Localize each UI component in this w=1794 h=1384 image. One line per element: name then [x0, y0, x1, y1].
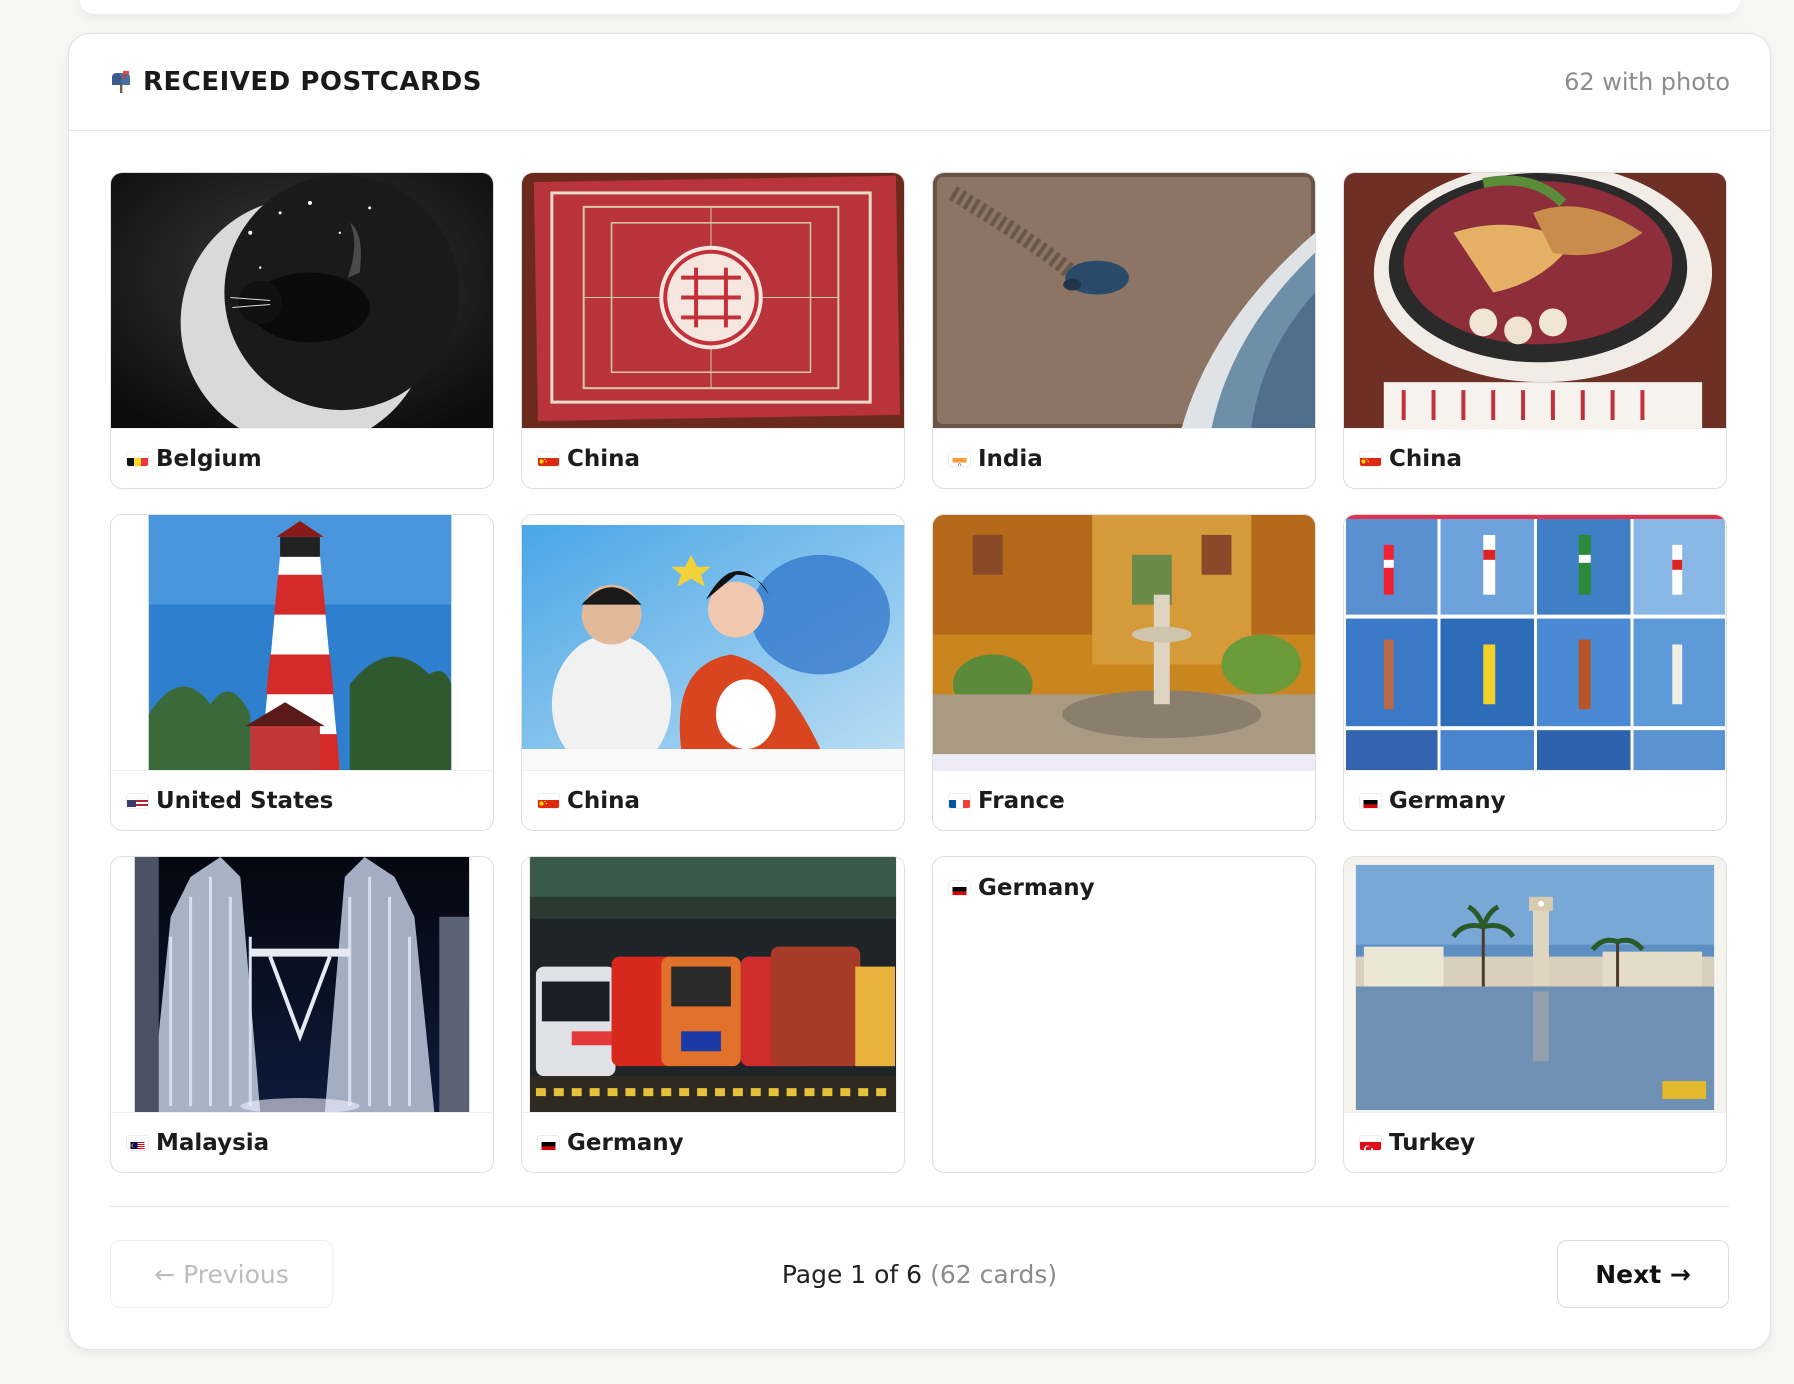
page-indicator: Page 1 of 6 (62 cards): [110, 1240, 1729, 1308]
food-pot-illustration-photo: [1344, 173, 1726, 429]
page-text: Page 1 of 6: [781, 1259, 923, 1289]
postcard-caption: India: [949, 446, 1043, 472]
next-button[interactable]: Next →: [1557, 1240, 1729, 1308]
postcard-card[interactable]: Malaysia: [110, 856, 494, 1173]
country-label: China: [1389, 446, 1463, 472]
postcard-card[interactable]: Germany: [932, 856, 1316, 1173]
postcard-card[interactable]: China: [521, 172, 905, 489]
postcard-caption: Germany: [1360, 788, 1506, 814]
panel-title: RECEIVED POSTCARDS: [143, 67, 482, 97]
china-flag-icon: [1360, 452, 1381, 466]
postcard-caption: United States: [127, 788, 333, 814]
petronas-towers-photo: [111, 857, 493, 1113]
country-label: Malaysia: [156, 1130, 270, 1156]
suspension-railway-trains-photo: [522, 857, 904, 1113]
postcard-caption: Malaysia: [127, 1130, 269, 1156]
country-label: Belgium: [156, 446, 262, 472]
postcard-card[interactable]: United States: [110, 514, 494, 831]
postcard-card[interactable]: Germany: [521, 856, 905, 1173]
provence-fountain-photo: [933, 515, 1315, 771]
postcard-caption: Germany: [949, 875, 1095, 901]
country-label: India: [978, 446, 1043, 472]
france-flag-icon: [949, 794, 970, 808]
malaysia-flag-icon: [127, 1136, 148, 1150]
country-label: China: [567, 788, 641, 814]
pagination: ← Previous Page 1 of 6 (62 cards) Next →: [110, 1240, 1729, 1308]
germany-flag-icon: [949, 881, 970, 895]
country-label: Germany: [978, 875, 1095, 901]
red-chinese-pattern-photo: [522, 173, 904, 429]
india-flag-icon: [949, 452, 970, 466]
title-wrap: RECEIVED POSTCARDS: [109, 67, 482, 97]
belgium-flag-icon: [127, 452, 148, 466]
postcard-card[interactable]: Germany: [1343, 514, 1727, 831]
lighthouses-collage-photo: [1344, 515, 1726, 771]
postcard-caption: China: [538, 446, 640, 472]
previous-section-edge: [80, 0, 1740, 14]
country-label: Germany: [567, 1130, 684, 1156]
china-flag-icon: [538, 452, 559, 466]
postcard-caption: China: [538, 788, 640, 814]
turkey-flag-icon: [1360, 1136, 1381, 1150]
postcard-caption: France: [949, 788, 1065, 814]
postcard-card[interactable]: Belgium: [110, 172, 494, 489]
panel-header: RECEIVED POSTCARDS 62 with photo: [69, 34, 1770, 131]
postcard-card[interactable]: Turkey: [1343, 856, 1727, 1173]
country-label: Germany: [1389, 788, 1506, 814]
country-label: United States: [156, 788, 334, 814]
mailbox-icon: [109, 70, 133, 94]
received-postcards-panel: RECEIVED POSTCARDS 62 with photo Belgium…: [68, 33, 1771, 1350]
germany-flag-icon: [1360, 794, 1381, 808]
clock-tower-square-photo: [1344, 857, 1726, 1113]
country-label: Turkey: [1389, 1130, 1476, 1156]
country-label: China: [567, 446, 641, 472]
sea-turtle-on-beach-photo: [933, 173, 1315, 429]
usa-flag-icon: [127, 794, 148, 808]
china-flag-icon: [538, 794, 559, 808]
couple-portrait-photo: [522, 515, 904, 771]
postcard-card[interactable]: China: [1343, 172, 1727, 489]
postcard-caption: Germany: [538, 1130, 684, 1156]
postcard-card[interactable]: France: [932, 514, 1316, 831]
country-label: France: [978, 788, 1065, 814]
postcard-card[interactable]: China: [521, 514, 905, 831]
photo-count-label: 62 with photo: [1564, 68, 1730, 96]
cat-on-crescent-moon-photo: [111, 173, 493, 429]
cards-total-text: (62 cards): [930, 1259, 1058, 1289]
striped-lighthouse-photo: [111, 515, 493, 771]
postcard-card[interactable]: India: [932, 172, 1316, 489]
germany-flag-icon: [538, 1136, 559, 1150]
postcard-caption: Belgium: [127, 446, 262, 472]
postcard-caption: Turkey: [1360, 1130, 1475, 1156]
postcard-caption: China: [1360, 446, 1462, 472]
postcard-grid: Belgium China India China United States …: [110, 172, 1727, 1173]
pagination-divider: [110, 1206, 1729, 1207]
